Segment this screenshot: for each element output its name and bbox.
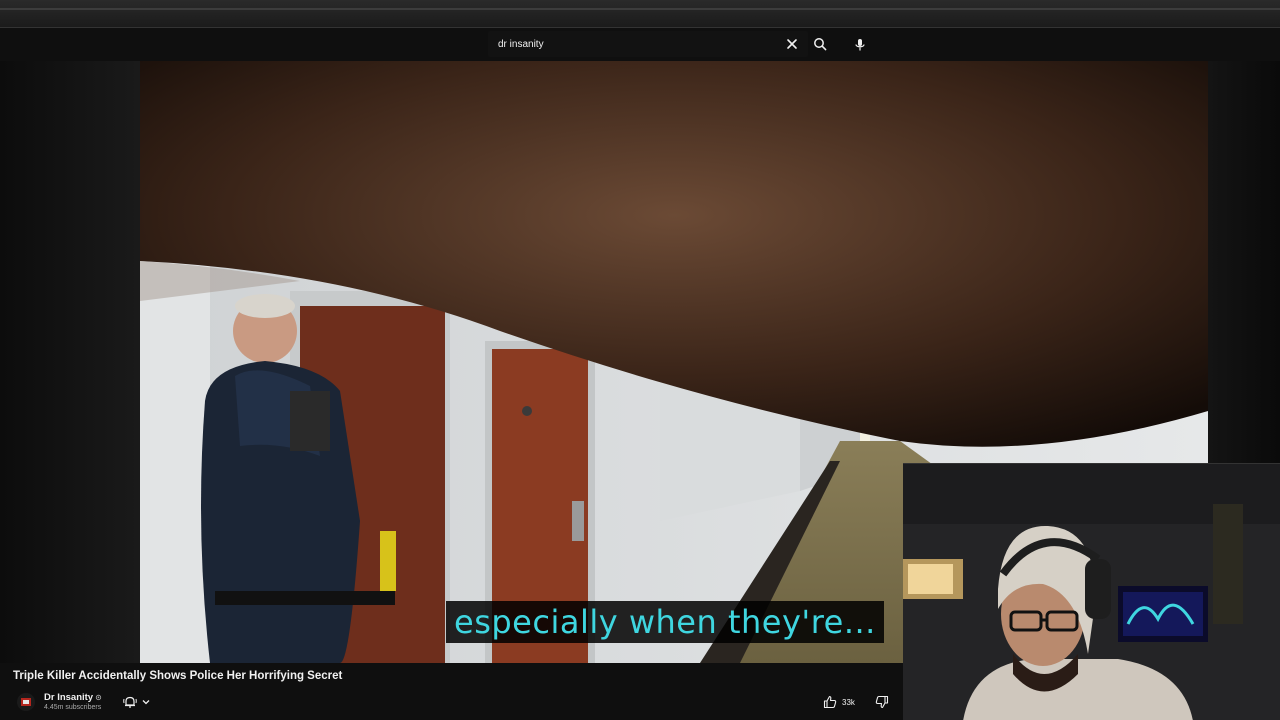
voice-search-button[interactable] (847, 32, 873, 58)
verified-icon: ⊙ (95, 693, 102, 702)
chrome-divider (0, 8, 1280, 10)
clear-search-button[interactable] (780, 32, 804, 56)
youtube-watch-page: especially when they're... Tripl (0, 0, 1280, 720)
channel-name-text[interactable]: Dr Insanity (44, 692, 93, 703)
like-count: 33k (842, 697, 855, 707)
bell-icon (123, 696, 137, 708)
microphone-icon (855, 39, 865, 51)
chevron-down-icon (142, 700, 150, 705)
notification-bell-button[interactable] (118, 693, 160, 711)
channel-logo-icon (17, 693, 35, 711)
masthead (0, 28, 1280, 61)
channel-avatar[interactable] (17, 693, 35, 711)
video-caption: especially when they're... (446, 601, 884, 643)
ambient-left (0, 61, 140, 663)
search-input[interactable] (498, 36, 768, 52)
streamer-webcam (903, 464, 1280, 720)
search-button[interactable] (808, 32, 832, 56)
like-button[interactable]: 33k (823, 693, 867, 711)
thumbs-down-icon (875, 695, 889, 709)
close-icon (787, 39, 797, 49)
video-title: Triple Killer Accidentally Shows Police … (13, 670, 343, 682)
thumbs-up-icon (823, 695, 837, 709)
search-box[interactable] (488, 31, 808, 57)
browser-chrome (0, 0, 1280, 28)
video-info-bar: Triple Killer Accidentally Shows Police … (0, 663, 903, 720)
dislike-button[interactable] (873, 693, 891, 711)
channel-name[interactable]: Dr Insanity ⊙ (44, 692, 102, 703)
webcam-overlay (903, 463, 1280, 720)
search-icon (814, 38, 827, 51)
subscriber-count: 4.45m subscribers (44, 704, 102, 711)
